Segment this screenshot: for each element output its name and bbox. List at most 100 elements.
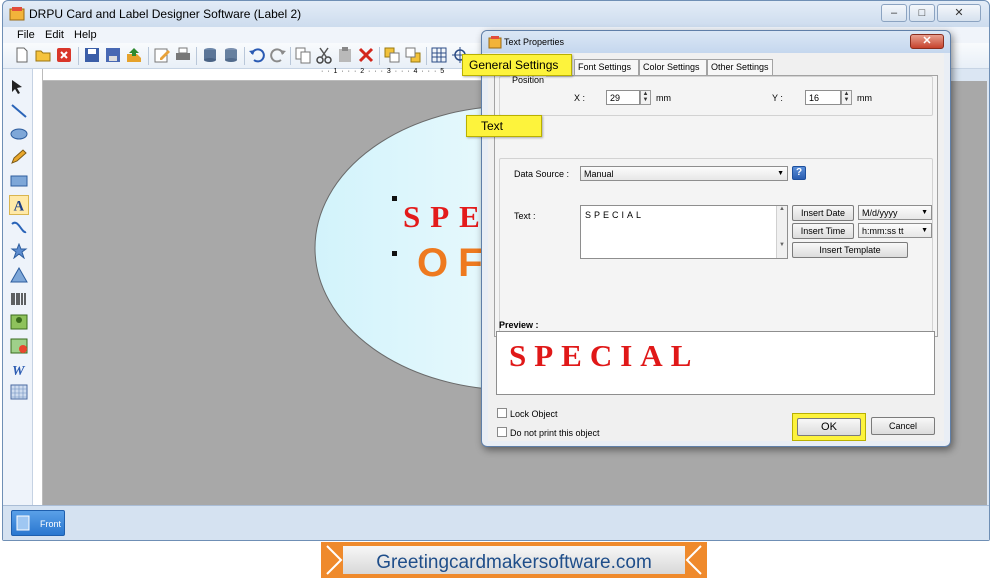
copy-icon[interactable] bbox=[294, 46, 312, 64]
redo-icon[interactable] bbox=[269, 46, 287, 64]
dialog-title-bar: Text Properties ✕ bbox=[482, 31, 950, 53]
grid-icon[interactable] bbox=[430, 46, 448, 64]
do-not-print-label: Do not print this object bbox=[510, 428, 600, 438]
preview-label: Preview : bbox=[499, 320, 539, 330]
dialog-close-button[interactable]: ✕ bbox=[910, 34, 944, 49]
menu-file[interactable]: File bbox=[17, 29, 35, 41]
curve-tool-icon[interactable] bbox=[10, 220, 28, 236]
help-icon[interactable]: ? bbox=[792, 166, 806, 180]
star-tool-icon[interactable] bbox=[10, 243, 28, 259]
data-source-select[interactable]: Manual ▼ bbox=[580, 166, 788, 181]
text-properties-dialog: Text Properties ✕ Font Settings Color Se… bbox=[481, 30, 951, 447]
pointer-tool-icon[interactable] bbox=[10, 79, 28, 95]
page-tab-bar: Front bbox=[3, 505, 989, 540]
paste-icon[interactable] bbox=[336, 46, 354, 64]
y-unit: mm bbox=[857, 93, 872, 103]
data-source-label: Data Source : bbox=[514, 169, 570, 179]
cut-icon[interactable] bbox=[315, 46, 333, 64]
selection-handle-top[interactable] bbox=[392, 196, 397, 201]
ok-button[interactable]: OK bbox=[797, 418, 861, 436]
rectangle-tool-icon[interactable] bbox=[10, 173, 28, 189]
insert-time-button[interactable]: Insert Time bbox=[792, 223, 854, 239]
banner-url[interactable]: Greetingcardmakersoftware.com bbox=[343, 552, 685, 574]
tab-color-settings[interactable]: Color Settings bbox=[639, 59, 707, 75]
export-icon[interactable] bbox=[125, 46, 143, 64]
position-legend: Position bbox=[510, 75, 547, 85]
line-tool-icon[interactable] bbox=[10, 103, 28, 119]
canvas-text-line1[interactable]: SPE bbox=[403, 199, 490, 235]
front-page-tab[interactable]: Front bbox=[11, 510, 65, 536]
selection-handle-bottom[interactable] bbox=[392, 251, 397, 256]
y-field[interactable]: 16 bbox=[805, 90, 841, 105]
svg-text:A: A bbox=[14, 198, 25, 214]
y-spinner[interactable]: ▲ ▼ bbox=[841, 90, 852, 105]
x-field[interactable]: 29 bbox=[606, 90, 640, 105]
send-back-icon[interactable] bbox=[404, 46, 422, 64]
banner-right-chevron-icon bbox=[685, 545, 702, 575]
print-icon[interactable] bbox=[174, 46, 192, 64]
open-folder-icon[interactable] bbox=[34, 46, 52, 64]
image-tool-icon[interactable] bbox=[10, 314, 28, 330]
minimize-button[interactable]: – bbox=[881, 4, 907, 22]
front-tab-label: Front bbox=[40, 519, 62, 529]
text-label: Text : bbox=[514, 211, 536, 221]
preview-text: SPECIAL bbox=[509, 338, 700, 373]
tab-font-settings[interactable]: Font Settings bbox=[574, 59, 639, 75]
text-input-value: SPECIAL bbox=[585, 210, 645, 220]
menu-help[interactable]: Help bbox=[74, 29, 97, 41]
general-settings-callout[interactable]: General Settings bbox=[462, 54, 572, 76]
close-doc-icon[interactable] bbox=[55, 46, 73, 64]
insert-date-button[interactable]: Insert Date bbox=[792, 205, 854, 221]
close-button[interactable]: ✕ bbox=[937, 4, 981, 22]
chevron-down-icon: ▼ bbox=[921, 209, 928, 216]
window-title: DRPU Card and Label Designer Software (L… bbox=[29, 7, 302, 21]
triangle-tool-icon[interactable] bbox=[10, 267, 28, 283]
new-file-icon[interactable] bbox=[13, 46, 31, 64]
bring-front-icon[interactable] bbox=[383, 46, 401, 64]
time-format-select[interactable]: h:mm:ss tt ▼ bbox=[858, 223, 932, 238]
ruler-marks: · · 1 · · · 2 · · · 3 · · · 4 · · · 5 bbox=[321, 68, 446, 75]
undo-icon[interactable] bbox=[248, 46, 266, 64]
date-format-select[interactable]: M/d/yyyy ▼ bbox=[858, 205, 932, 220]
ellipse-tool-icon[interactable] bbox=[10, 126, 28, 142]
banner-left-chevron-icon bbox=[326, 545, 343, 575]
pencil-tool-icon[interactable] bbox=[10, 149, 28, 165]
edit-icon[interactable] bbox=[153, 46, 171, 64]
database-settings-icon[interactable] bbox=[222, 46, 240, 64]
maximize-button[interactable]: □ bbox=[909, 4, 935, 22]
data-source-value: Manual bbox=[584, 169, 614, 179]
save-icon[interactable] bbox=[83, 46, 101, 64]
x-label: X : bbox=[574, 93, 586, 103]
app-icon bbox=[9, 7, 25, 21]
x-spinner[interactable]: ▲ ▼ bbox=[640, 90, 651, 105]
insert-template-button[interactable]: Insert Template bbox=[792, 242, 908, 258]
tab-other-settings[interactable]: Other Settings bbox=[707, 59, 773, 75]
dialog-icon bbox=[488, 36, 502, 49]
database-icon[interactable] bbox=[201, 46, 219, 64]
word-art-icon[interactable]: W bbox=[10, 361, 28, 377]
text-scrollbar[interactable]: ▲ ▼ bbox=[776, 206, 787, 258]
text-settings-group: Data Source : Manual ▼ ? Text : SPECIAL … bbox=[499, 158, 933, 334]
page-icon bbox=[16, 515, 30, 531]
x-unit: mm bbox=[656, 93, 671, 103]
date-format-value: M/d/yyyy bbox=[862, 208, 898, 218]
text-tool-icon[interactable]: A bbox=[9, 195, 29, 215]
save-as-icon[interactable] bbox=[104, 46, 122, 64]
delete-icon[interactable] bbox=[357, 46, 375, 64]
time-format-value: h:mm:ss tt bbox=[862, 226, 904, 236]
y-label: Y : bbox=[772, 93, 783, 103]
lock-object-label: Lock Object bbox=[510, 409, 558, 419]
barcode-tool-icon[interactable] bbox=[10, 291, 28, 307]
text-input[interactable]: SPECIAL ▲ ▼ bbox=[580, 205, 788, 259]
drawing-toolbox: A W bbox=[3, 69, 33, 505]
picture-library-icon[interactable] bbox=[10, 338, 28, 354]
do-not-print-checkbox[interactable] bbox=[497, 427, 507, 437]
menu-edit[interactable]: Edit bbox=[45, 29, 64, 41]
website-banner: Greetingcardmakersoftware.com bbox=[321, 542, 707, 578]
lock-object-checkbox[interactable] bbox=[497, 408, 507, 418]
general-settings-panel: Position X : 29 ▲ ▼ mm Y : 16 ▲ ▼ mm Data … bbox=[494, 75, 938, 337]
cancel-button[interactable]: Cancel bbox=[871, 417, 935, 435]
chevron-down-icon: ▼ bbox=[777, 170, 784, 177]
text-callout: Text bbox=[466, 115, 542, 137]
pattern-tool-icon[interactable] bbox=[10, 384, 28, 400]
